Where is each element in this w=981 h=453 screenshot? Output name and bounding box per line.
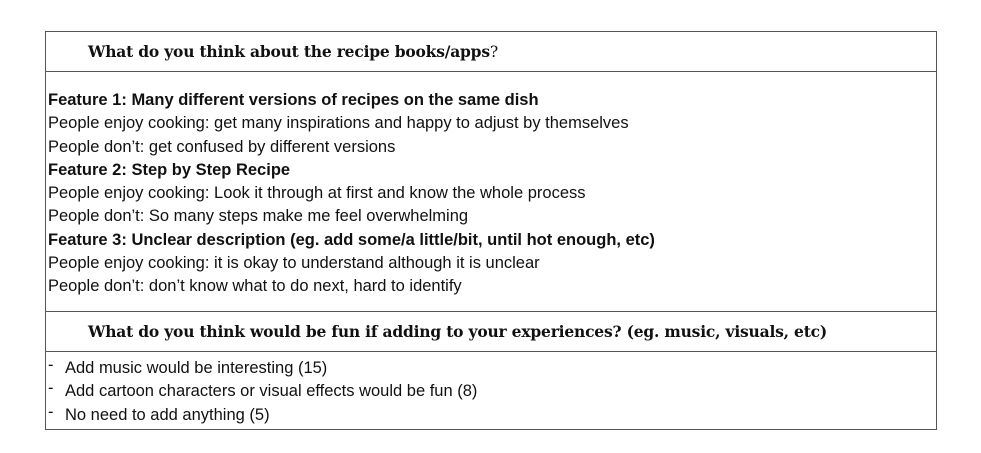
list-item: - Add cartoon characters or visual effec… — [48, 379, 934, 404]
feature-1-enjoy: People enjoy cooking: get many inspirati… — [48, 114, 629, 133]
question-1-text: What do you think about the recipe books… — [88, 42, 490, 61]
dash-bullet: - — [48, 402, 54, 421]
feature-2-dont: People don’t: So many steps make me feel… — [48, 207, 469, 226]
list-item-text: No need to add anything (5) — [65, 405, 270, 424]
question-1-mark: ? — [489, 43, 498, 61]
survey-table: What do you think about the recipe books… — [45, 31, 937, 431]
feature-3-heading: Feature 3: Unclear description (eg. add … — [48, 230, 655, 249]
dash-bullet: - — [48, 379, 54, 398]
feature-3-dont: People don’t: don’t know what to do next… — [48, 277, 462, 296]
list-item: - Add music would be interesting (15) — [48, 355, 934, 381]
question-2-title: What do you think would be fun if adding… — [88, 321, 828, 341]
question-1-header: What do you think about the recipe books… — [46, 32, 936, 72]
feature-2-heading: Feature 2: Step by Step Recipe — [48, 160, 291, 179]
feature-1-heading: Feature 1: Many different versions of re… — [48, 91, 539, 109]
list-item-text: Add cartoon characters or visual effects… — [65, 382, 478, 401]
question-1-title: What do you think about the recipe books… — [88, 42, 498, 61]
feature-1-dont: People don’t: get confused by different … — [48, 137, 396, 156]
list-item-text: Add music would be interesting (15) — [65, 358, 328, 377]
feature-2-enjoy: People enjoy cooking: Look it through at… — [48, 184, 586, 203]
question-2-header: What do you think would be fun if adding… — [46, 312, 936, 352]
question-2-answers: - Add music would be interesting (15) - … — [46, 352, 936, 430]
question-1-answers: Feature 1: Many different versions of re… — [46, 72, 936, 312]
feature-3-enjoy: People enjoy cooking: it is okay to unde… — [48, 254, 540, 273]
dash-bullet: - — [48, 355, 54, 374]
list-item: - No need to add anything (5) — [48, 402, 934, 428]
